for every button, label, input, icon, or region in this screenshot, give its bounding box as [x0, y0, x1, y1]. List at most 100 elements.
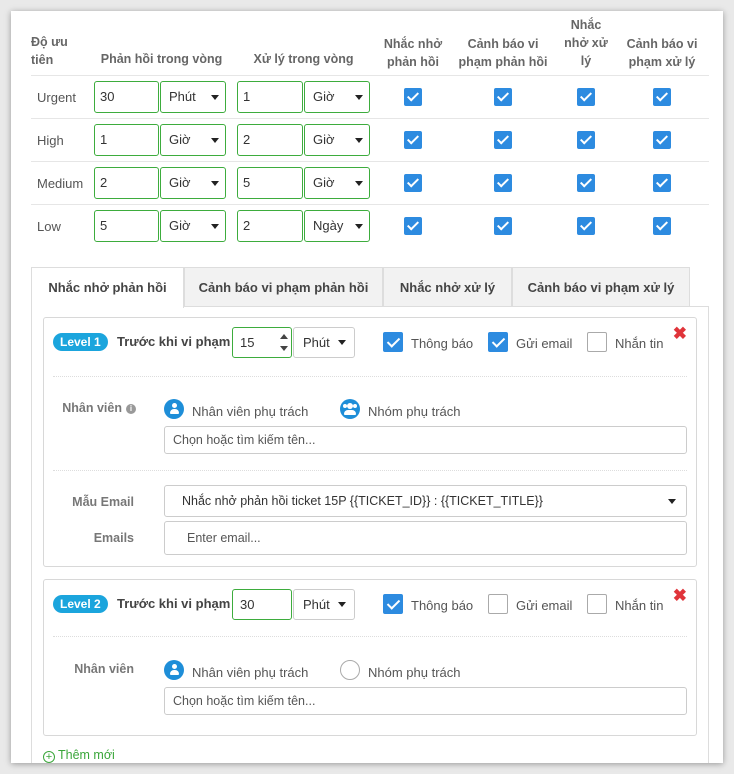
- sms-checkbox[interactable]: [587, 332, 607, 352]
- header-warn-process: Cảnh báo vi phạm xử lý: [626, 37, 698, 69]
- level-time-stepper[interactable]: 30: [232, 589, 292, 620]
- caret-down-icon: [211, 224, 219, 229]
- process-value-input[interactable]: 1: [237, 81, 303, 113]
- caret-down-icon: [355, 138, 363, 143]
- tab-remind-response[interactable]: Nhắc nhở phản hồi: [31, 267, 184, 308]
- add-level-button[interactable]: + Thêm mới: [43, 748, 115, 763]
- user-icon: [170, 664, 179, 676]
- response-unit-select[interactable]: Giờ: [160, 167, 226, 199]
- header-priority: Độ ưu tiên: [31, 35, 68, 67]
- select-value: Nhắc nhở phản hồi ticket 15P {{TICKET_ID…: [182, 494, 543, 508]
- level-time-stepper[interactable]: 15: [232, 327, 292, 358]
- warn-response-checkbox[interactable]: [494, 174, 512, 192]
- sms-checkbox[interactable]: [587, 594, 607, 614]
- warn-response-checkbox[interactable]: [494, 131, 512, 149]
- remind-process-checkbox[interactable]: [577, 217, 595, 235]
- process-value-input[interactable]: 2: [237, 124, 303, 156]
- process-value-input[interactable]: 5: [237, 167, 303, 199]
- notify-checkbox[interactable]: [383, 332, 403, 352]
- select-value: Giờ: [169, 218, 191, 233]
- add-level-label: Thêm mới: [58, 748, 115, 762]
- send-email-checkbox[interactable]: [488, 332, 508, 352]
- response-unit-select[interactable]: Phút: [160, 81, 226, 113]
- response-unit-select[interactable]: Giờ: [160, 210, 226, 242]
- remind-response-checkbox[interactable]: [404, 217, 422, 235]
- response-value-input[interactable]: 2: [94, 167, 159, 199]
- tab-warn-process[interactable]: Cảnh báo vi phạm xử lý: [512, 267, 690, 307]
- staff-group-radio[interactable]: [340, 660, 360, 680]
- response-value-input[interactable]: 1: [94, 124, 159, 156]
- group-icon: [343, 403, 357, 415]
- sla-row-urgent: Urgent 30 Phút 1 Giờ: [31, 75, 709, 118]
- staff-owner-label: Nhân viên phụ trách: [192, 404, 309, 419]
- send-email-label: Gửi email: [516, 598, 573, 613]
- remove-level-icon[interactable]: ✖: [673, 324, 687, 344]
- warn-process-checkbox[interactable]: [653, 88, 671, 106]
- staff-search-input[interactable]: Chọn hoặc tìm kiếm tên...: [164, 426, 687, 454]
- header-response-within: Phản hồi trong vòng: [100, 52, 223, 66]
- staff-owner-radio[interactable]: [164, 399, 184, 419]
- staff-group-radio[interactable]: [340, 399, 360, 419]
- remind-process-checkbox[interactable]: [577, 174, 595, 192]
- sla-row-low: Low 5 Giờ 2 Ngày: [31, 204, 709, 247]
- remind-response-checkbox[interactable]: [404, 174, 422, 192]
- process-unit-select[interactable]: Ngày: [304, 210, 370, 242]
- warn-process-checkbox[interactable]: [653, 131, 671, 149]
- stepper-value: 30: [240, 597, 255, 612]
- notify-label: Thông báo: [411, 336, 474, 351]
- emails-label: Emails: [93, 531, 134, 545]
- tab-warn-response[interactable]: Cảnh báo vi phạm phản hồi: [184, 267, 383, 307]
- header-warn-response: Cảnh báo vi phạm phản hồi: [458, 37, 548, 69]
- email-template-label: Mẫu Email: [72, 495, 134, 509]
- select-value: Phút: [303, 597, 330, 612]
- notify-checkbox[interactable]: [383, 594, 403, 614]
- level-unit-select[interactable]: Phút: [293, 589, 355, 620]
- spinner-arrows-icon[interactable]: [280, 334, 288, 351]
- select-value: Giờ: [313, 175, 335, 190]
- response-value-input[interactable]: 30: [94, 81, 159, 113]
- staff-owner-radio[interactable]: [164, 660, 184, 680]
- priority-label: Low: [37, 219, 61, 234]
- tab-remind-process[interactable]: Nhắc nhở xử lý: [383, 267, 512, 307]
- remove-level-icon[interactable]: ✖: [673, 586, 687, 606]
- select-value: Giờ: [313, 89, 335, 104]
- warn-response-checkbox[interactable]: [494, 217, 512, 235]
- select-value: Phút: [303, 335, 330, 350]
- remind-process-checkbox[interactable]: [577, 131, 595, 149]
- caret-down-icon: [355, 95, 363, 100]
- remind-response-checkbox[interactable]: [404, 88, 422, 106]
- priority-label: High: [37, 133, 64, 148]
- header-remind-response: Nhắc nhở phản hồi: [383, 37, 443, 69]
- staff-group-label: Nhóm phụ trách: [368, 404, 461, 419]
- warn-process-checkbox[interactable]: [653, 174, 671, 192]
- email-template-select[interactable]: Nhắc nhở phản hồi ticket 15P {{TICKET_ID…: [164, 485, 687, 517]
- level-badge: Level 2: [53, 595, 108, 613]
- remind-response-checkbox[interactable]: [404, 131, 422, 149]
- before-violation-label: Trước khi vi phạm: [117, 334, 231, 349]
- staff-group-label: Nhóm phụ trách: [368, 665, 461, 680]
- staff-label: Nhân viên i: [54, 401, 136, 415]
- level-card-2: Level 2 Trước khi vi phạm 30 Phút Thông …: [43, 579, 697, 736]
- caret-down-icon: [355, 224, 363, 229]
- emails-input[interactable]: Enter email...: [164, 521, 687, 555]
- select-value: Giờ: [313, 132, 335, 147]
- remind-process-checkbox[interactable]: [577, 88, 595, 106]
- notify-label: Thông báo: [411, 598, 474, 613]
- warn-response-checkbox[interactable]: [494, 88, 512, 106]
- select-value: Giờ: [169, 175, 191, 190]
- process-value-input[interactable]: 2: [237, 210, 303, 242]
- warn-process-checkbox[interactable]: [653, 217, 671, 235]
- staff-search-input[interactable]: Chọn hoặc tìm kiếm tên...: [164, 687, 687, 715]
- response-value-input[interactable]: 5: [94, 210, 159, 242]
- sms-label: Nhắn tin: [615, 598, 664, 613]
- reminder-tabs: Nhắc nhở phản hồi Cảnh báo vi phạm phản …: [31, 267, 709, 308]
- process-unit-select[interactable]: Giờ: [304, 124, 370, 156]
- process-unit-select[interactable]: Giờ: [304, 167, 370, 199]
- plus-circle-icon: +: [43, 751, 55, 763]
- response-unit-select[interactable]: Giờ: [160, 124, 226, 156]
- staff-owner-label: Nhân viên phụ trách: [192, 665, 309, 680]
- send-email-checkbox[interactable]: [488, 594, 508, 614]
- staff-label-text: Nhân viên: [62, 401, 122, 415]
- process-unit-select[interactable]: Giờ: [304, 81, 370, 113]
- level-unit-select[interactable]: Phút: [293, 327, 355, 358]
